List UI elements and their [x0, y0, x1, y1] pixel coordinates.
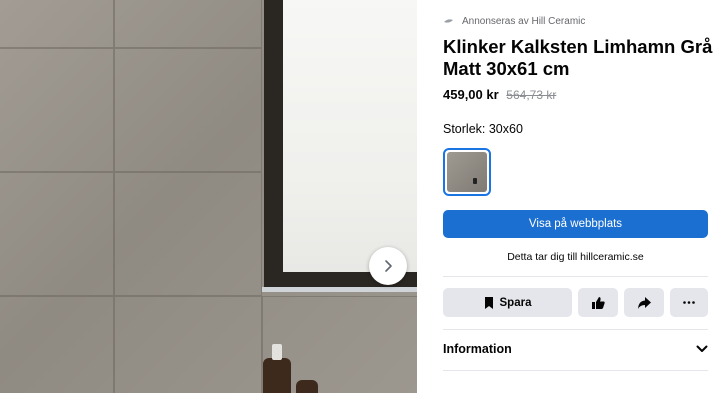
- save-button[interactable]: Spara: [443, 288, 572, 317]
- next-image-button[interactable]: [369, 247, 407, 285]
- bottle-pump: [272, 344, 282, 360]
- information-expander[interactable]: Information: [443, 336, 708, 362]
- bottle: [263, 358, 291, 393]
- current-price: 459,00 kr: [443, 87, 499, 102]
- thumbnail-image: [447, 152, 487, 192]
- product-details-panel: Annonseras av Hill Ceramic Klinker Kalks…: [417, 0, 721, 393]
- divider: [443, 329, 708, 330]
- floor-tile: [0, 296, 114, 393]
- more-dots-icon: [683, 301, 695, 304]
- original-price: 564,73 kr: [506, 88, 557, 102]
- divider: [443, 370, 708, 371]
- chevron-right-icon: [385, 260, 392, 272]
- bookmark-icon: [484, 296, 493, 309]
- size-option-thumbnail[interactable]: [443, 148, 491, 196]
- sponsor-text: Annonseras av Hill Ceramic: [462, 16, 586, 27]
- product-image: [0, 0, 417, 393]
- bottle: [296, 380, 318, 393]
- mirror-glass: [283, 0, 417, 272]
- divider: [443, 276, 708, 277]
- like-button[interactable]: [578, 288, 618, 317]
- view-on-website-button[interactable]: Visa på webbplats: [443, 210, 708, 238]
- floor-tile: [0, 48, 114, 172]
- floor-tile: [114, 0, 262, 48]
- more-options-button[interactable]: [670, 288, 708, 317]
- floor-tile: [114, 296, 262, 393]
- cta-subtext: Detta tar dig till hillceramic.se: [507, 251, 644, 263]
- share-button[interactable]: [624, 288, 664, 317]
- leaf-logo-icon: [444, 19, 453, 23]
- thumbs-up-icon: [591, 296, 605, 309]
- sponsor-line[interactable]: Annonseras av Hill Ceramic: [443, 16, 585, 27]
- product-title: Klinker Kalksten Limhamn Grå Matt 30x61 …: [443, 36, 713, 79]
- floor-tile: [0, 0, 114, 48]
- share-arrow-icon: [637, 296, 651, 309]
- floor-tile: [114, 172, 262, 296]
- floor-tile: [0, 172, 114, 296]
- floor-tile: [114, 48, 262, 172]
- save-label: Spara: [499, 296, 532, 309]
- information-label: Information: [443, 342, 512, 356]
- mirror-light-strip: [262, 287, 417, 292]
- price-row: 459,00 kr 564,73 kr: [443, 87, 556, 102]
- size-label: Storlek: 30x60: [443, 122, 523, 136]
- chevron-down-icon: [696, 345, 708, 352]
